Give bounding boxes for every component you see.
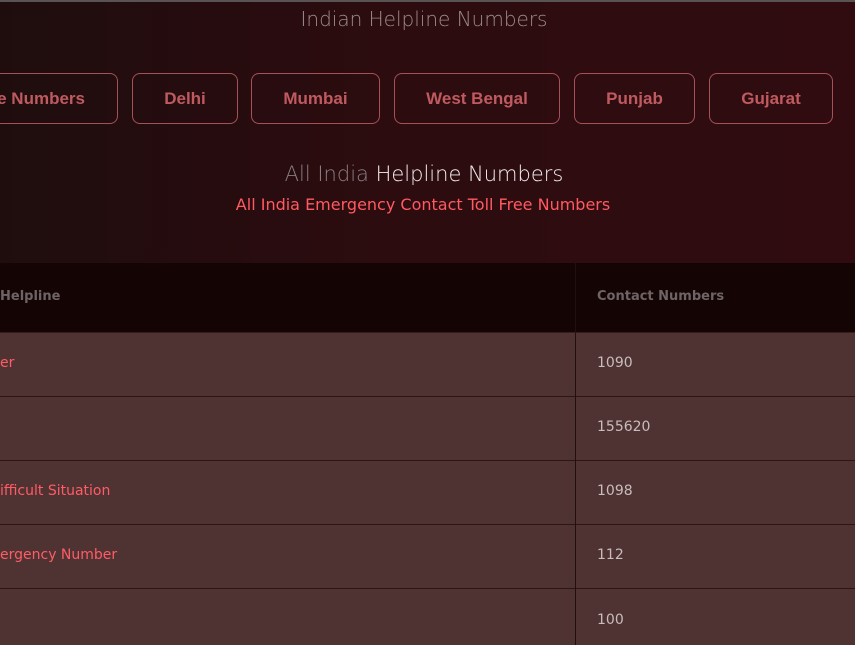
tab-mumbai[interactable]: Mumbai (251, 73, 380, 124)
contact-number: 112 (597, 547, 624, 563)
contact-number: 100 (597, 612, 624, 628)
contact-number: 1090 (597, 355, 633, 371)
table-row: 100 (0, 589, 855, 645)
contact-number: 1098 (597, 483, 633, 499)
tab-punjab[interactable]: Punjab (574, 73, 695, 124)
tab-all-india[interactable]: e Numbers (0, 73, 118, 124)
helpline-name[interactable]: ifficult Situation (0, 483, 110, 499)
table-row: ifficult Situation 1098 (0, 461, 855, 525)
table-row: 155620 (0, 397, 855, 461)
table-row: er 1090 (0, 333, 855, 397)
section-heading: All India Helpline Numbers (0, 162, 848, 186)
section-heading-light: All India (284, 162, 369, 186)
tab-west-bengal[interactable]: West Bengal (394, 73, 560, 124)
table-row: ergency Number 112 (0, 525, 855, 589)
column-header-helpline: Helpline (0, 289, 61, 304)
hero-banner: Indian Helpline Numbers e Numbers Delhi … (0, 2, 855, 263)
section-heading-strong: Helpline Numbers (375, 162, 564, 186)
tab-gujarat[interactable]: Gujarat (709, 73, 833, 124)
contact-number: 155620 (597, 419, 651, 435)
site-title: Indian Helpline Numbers (300, 7, 548, 31)
table-header: Helpline Contact Numbers (0, 263, 855, 333)
column-divider (575, 263, 576, 645)
tab-delhi[interactable]: Delhi (132, 73, 238, 124)
column-header-contact-numbers: Contact Numbers (597, 289, 725, 304)
section-subheading: All India Emergency Contact Toll Free Nu… (235, 195, 611, 214)
helpline-name[interactable]: er (0, 355, 14, 371)
page: Indian Helpline Numbers e Numbers Delhi … (0, 0, 855, 645)
helpline-name[interactable]: ergency Number (0, 547, 117, 563)
